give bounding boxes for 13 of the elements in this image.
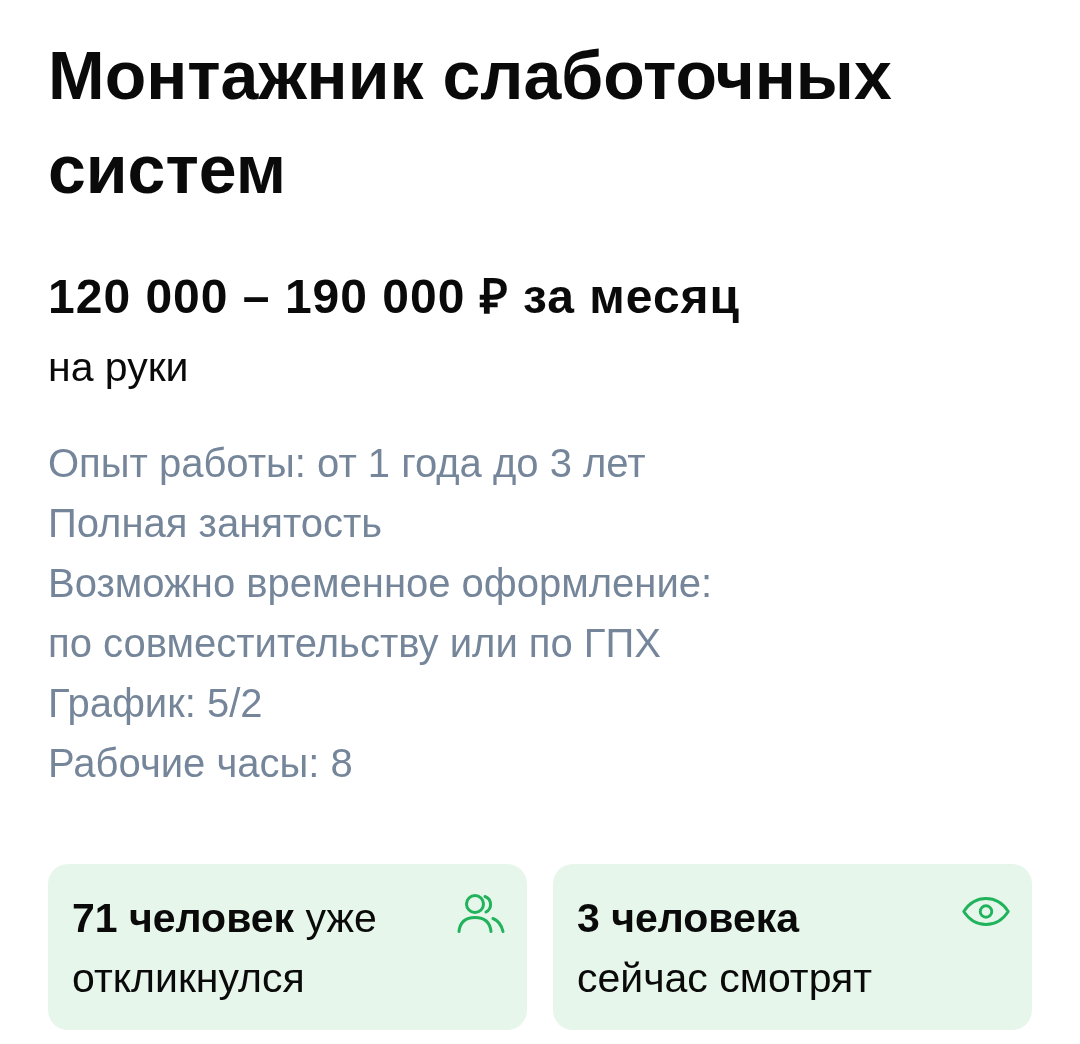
detail-line: Полная занятость — [48, 500, 384, 547]
people-icon — [457, 893, 505, 933]
eye-icon — [962, 897, 1010, 926]
salary-range: 120 000 – 190 000 ₽ за месяц — [48, 269, 742, 325]
vacancy-title: Монтажник слаботочных систем — [48, 36, 893, 209]
detail-line: Рабочие часы: 8 — [48, 740, 354, 787]
salary-note: на руки — [48, 343, 190, 392]
stat-text: 3 человека сейчас смотрят — [577, 894, 873, 1003]
detail-line: по совместительству или по ГПХ — [48, 620, 662, 667]
stat-text: 71 человек уже откликнулся — [72, 894, 378, 1003]
detail-line: График: 5/2 — [48, 680, 264, 727]
detail-line: Возможно временное оформление: — [48, 560, 714, 607]
detail-line: Опыт работы: от 1 года до 3 лет — [48, 440, 647, 487]
